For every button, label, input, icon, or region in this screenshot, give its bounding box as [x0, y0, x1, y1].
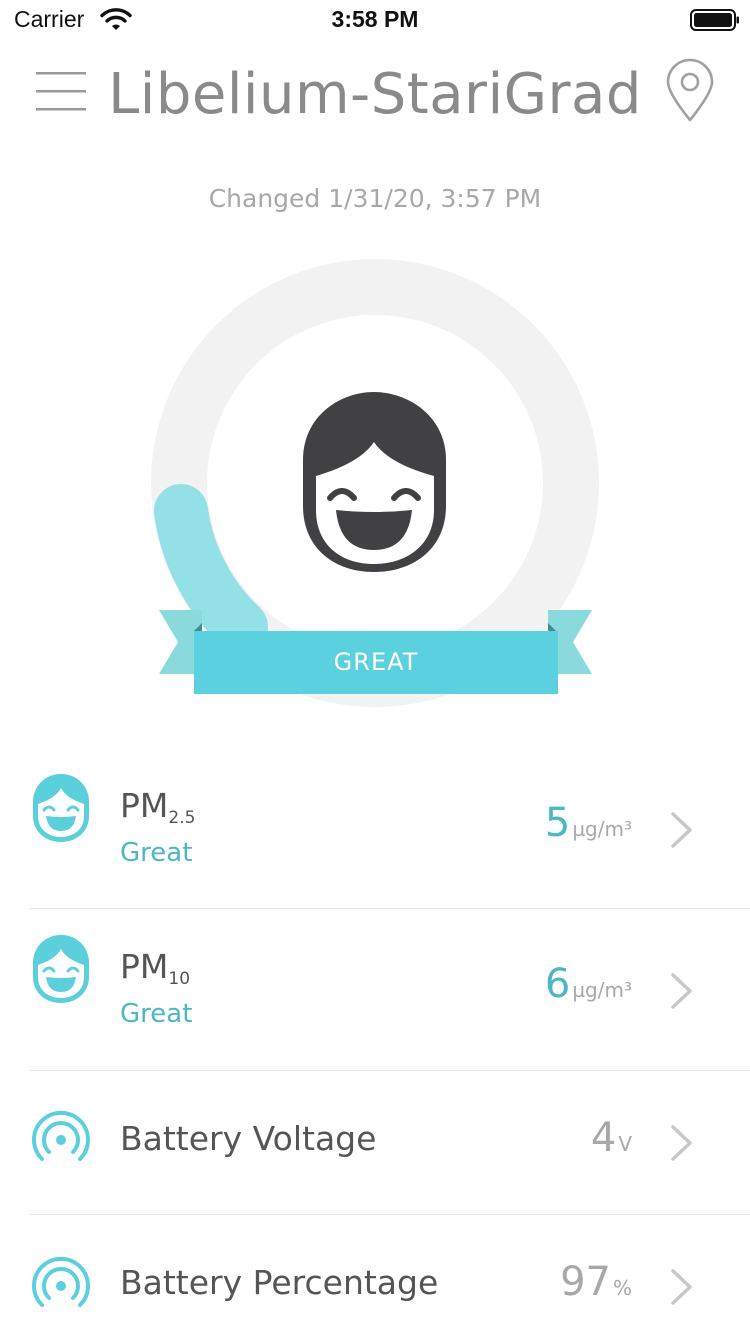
reading-row-pm25[interactable]: PM2.5 Great 5 µg/m³: [0, 748, 750, 908]
chevron-right-icon: [671, 973, 692, 1009]
chevron-right-icon: [671, 1269, 692, 1305]
gauge-level-arc: [154, 484, 268, 654]
reading-value: 5 µg/m³: [544, 800, 632, 846]
changed-timestamp: Changed 1/31/20, 3:57 PM: [208, 184, 542, 213]
reading-value: 6 µg/m³: [544, 961, 632, 1007]
reading-row-battery-percentage[interactable]: Battery Percentage 97%: [0, 1215, 750, 1334]
reading-name: Battery Percentage: [120, 1263, 439, 1302]
reading-name: Battery Voltage: [120, 1119, 377, 1158]
reading-name: PM10: [120, 947, 191, 989]
location-pin-icon[interactable]: [664, 58, 716, 122]
reading-name: PM2.5: [120, 786, 196, 828]
air-quality-label: GREAT: [333, 648, 419, 676]
signal-icon: [32, 1256, 90, 1307]
chevron-right-icon: [671, 812, 692, 848]
chevron-right-icon: [671, 1125, 692, 1161]
happy-face-large-icon: [303, 392, 446, 572]
happy-face-icon: [33, 774, 89, 842]
reading-row-battery-voltage[interactable]: Battery Voltage 4V: [0, 1071, 750, 1214]
battery-icon: [690, 9, 739, 31]
page-title: Libelium-StariGrad: [108, 62, 642, 127]
status-bar: Carrier 3:58 PM: [0, 0, 750, 40]
status-time: 3:58 PM: [331, 6, 419, 32]
happy-face-icon: [33, 935, 89, 1003]
reading-row-pm10[interactable]: PM10 Great 6 µg/m³: [0, 909, 750, 1069]
nav-bar: Libelium-StariGrad: [0, 50, 750, 150]
reading-status: Great: [120, 999, 193, 1029]
reading-status: Great: [120, 838, 193, 868]
reading-value: 97%: [560, 1259, 632, 1305]
signal-icon: [32, 1110, 90, 1161]
reading-value: 4V: [590, 1115, 632, 1161]
